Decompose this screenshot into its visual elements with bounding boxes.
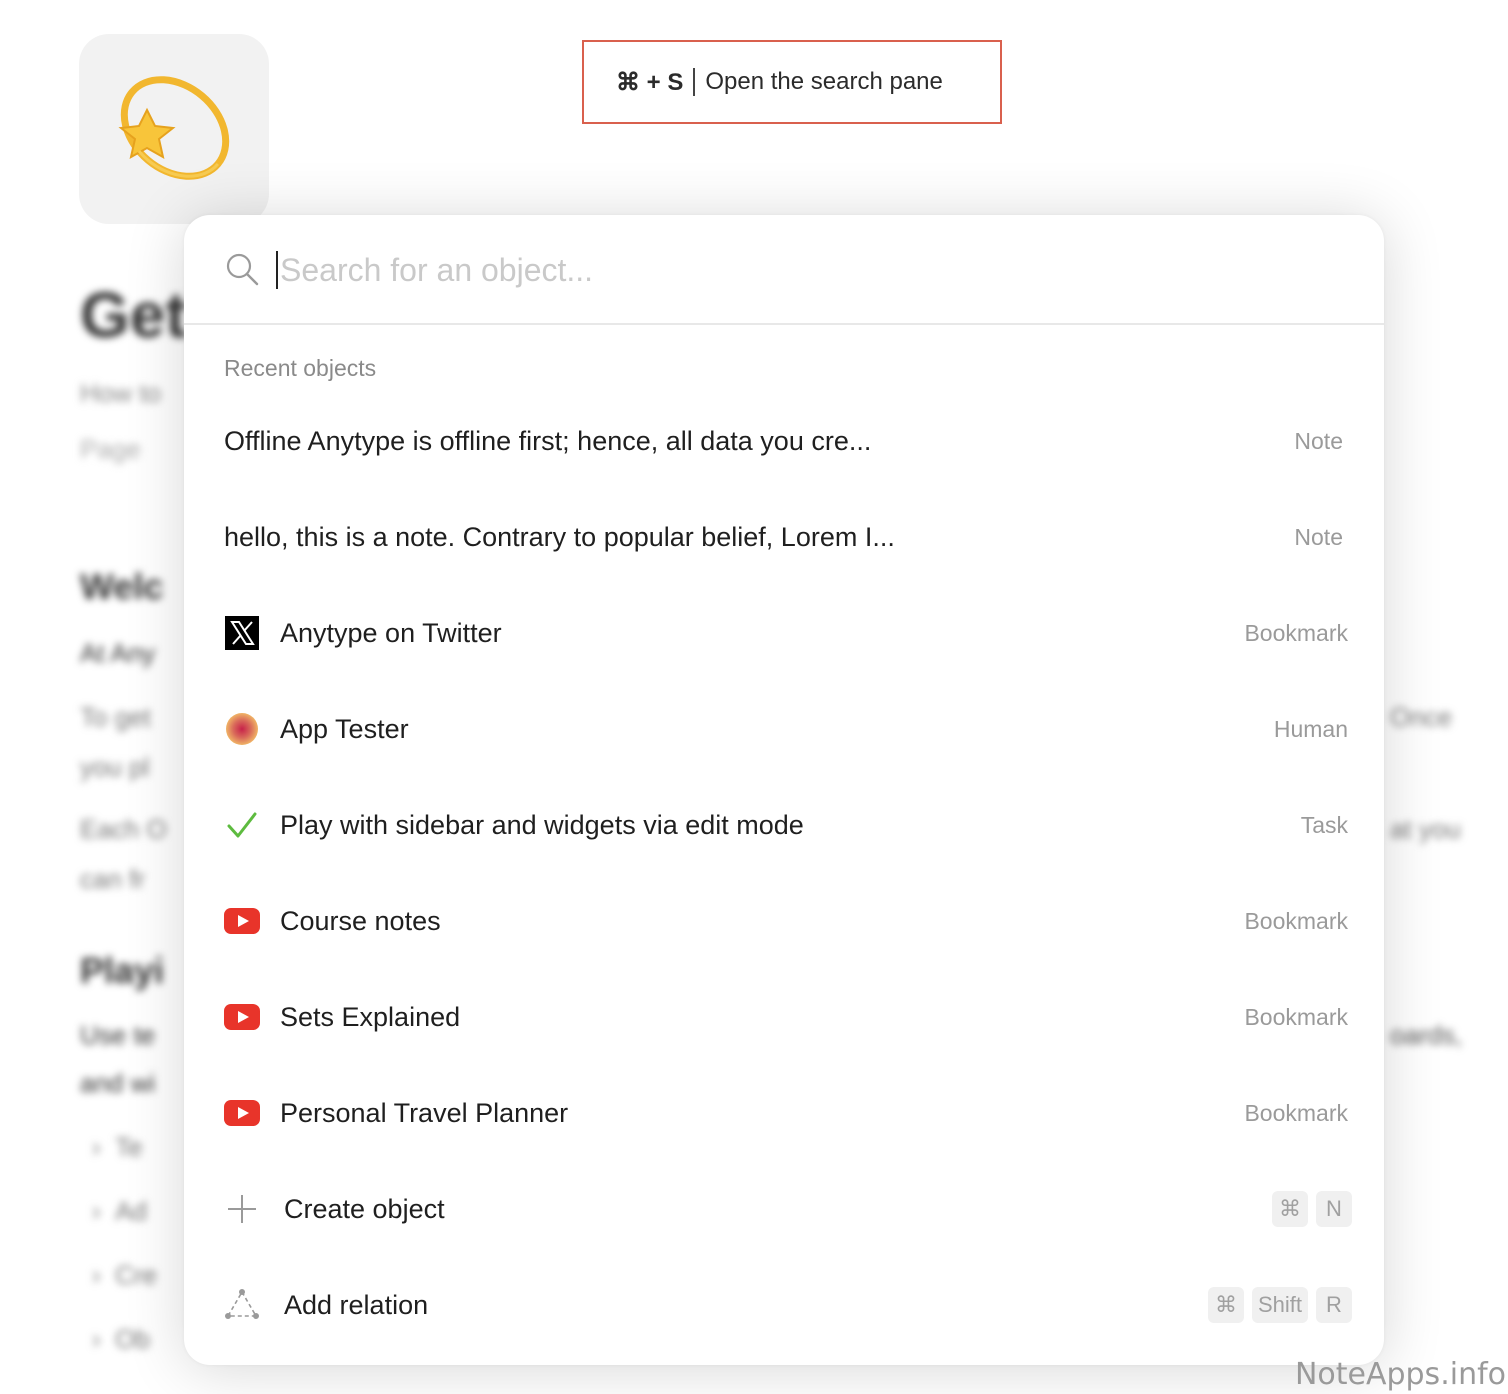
shortcut-keys: ⌘ + S bbox=[616, 68, 684, 96]
kbd-key: ⌘ bbox=[1207, 1287, 1244, 1323]
kbd-key: R bbox=[1316, 1287, 1352, 1323]
checkmark-icon[interactable] bbox=[224, 807, 260, 843]
kbd-key: Shift bbox=[1251, 1287, 1308, 1323]
relation-icon bbox=[224, 1287, 260, 1323]
bg-paragraph: Once bbox=[1390, 702, 1453, 732]
create-object-label: Create object bbox=[284, 1193, 445, 1224]
shortcut-hint: ⌘ + S Open the search pane bbox=[582, 40, 1002, 124]
kbd-key: ⌘ bbox=[1272, 1191, 1308, 1227]
list-item[interactable]: Play with sidebar and widgets via edit m… bbox=[184, 777, 1384, 873]
object-title: App Tester bbox=[280, 713, 409, 744]
search-bar bbox=[184, 215, 1384, 325]
object-type: Bookmark bbox=[1244, 619, 1348, 646]
bg-paragraph: oards, bbox=[1390, 1020, 1463, 1050]
bg-heading: Welc bbox=[80, 566, 164, 607]
object-title: Sets Explained bbox=[280, 1001, 461, 1032]
bg-list-item: › Ob bbox=[92, 1324, 150, 1354]
page-emoji-icon[interactable] bbox=[79, 34, 269, 224]
object-title: Offline Anytype is offline first; hence,… bbox=[224, 425, 872, 456]
object-type: Note bbox=[1294, 427, 1343, 454]
bg-paragraph: can fr bbox=[80, 864, 146, 894]
x-logo-icon bbox=[224, 615, 260, 651]
object-title: Personal Travel Planner bbox=[280, 1097, 569, 1128]
object-type: Bookmark bbox=[1244, 907, 1348, 934]
object-title: Play with sidebar and widgets via edit m… bbox=[280, 809, 804, 840]
youtube-icon bbox=[224, 1095, 260, 1131]
bg-paragraph: To get bbox=[80, 702, 151, 732]
object-type: Bookmark bbox=[1244, 1099, 1348, 1126]
recent-objects-label: Recent objects bbox=[224, 355, 377, 381]
dizzy-star-icon bbox=[118, 76, 230, 180]
list-item[interactable]: Offline Anytype is offline first; hence,… bbox=[184, 393, 1384, 489]
bg-list-item: › Ad bbox=[92, 1196, 147, 1226]
add-relation-label: Add relation bbox=[284, 1289, 429, 1320]
bg-page-title: Get bbox=[80, 279, 187, 351]
search-modal: Recent objects Offline Anytype is offlin… bbox=[184, 215, 1384, 1365]
search-input[interactable] bbox=[278, 245, 1182, 295]
bg-heading: Playi bbox=[80, 950, 165, 991]
list-item[interactable]: Sets Explained Bookmark bbox=[184, 969, 1384, 1065]
bg-list-item: › Te bbox=[92, 1132, 143, 1162]
shortcut-keys: ⌘ Shift R bbox=[1207, 1287, 1352, 1323]
bg-paragraph: at you bbox=[1390, 814, 1461, 844]
bg-page-type: Page bbox=[80, 434, 141, 464]
plus-icon bbox=[224, 1191, 260, 1227]
object-title: Course notes bbox=[280, 905, 441, 936]
bg-paragraph: Each O bbox=[80, 814, 167, 844]
list-item[interactable]: App Tester Human bbox=[184, 681, 1384, 777]
hint-divider bbox=[693, 68, 696, 96]
watermark: NoteApps.info bbox=[1294, 1357, 1506, 1392]
list-item[interactable]: Course notes Bookmark bbox=[184, 873, 1384, 969]
object-type: Note bbox=[1294, 523, 1343, 550]
bg-paragraph: and wi bbox=[80, 1068, 156, 1098]
list-item[interactable]: Anytype on Twitter Bookmark bbox=[184, 585, 1384, 681]
search-icon bbox=[224, 251, 260, 292]
youtube-icon bbox=[224, 903, 260, 939]
object-title: hello, this is a note. Contrary to popul… bbox=[224, 521, 895, 552]
bg-page-description: How to bbox=[80, 378, 161, 408]
shortcut-keys: ⌘ N bbox=[1272, 1191, 1352, 1227]
object-title: Anytype on Twitter bbox=[280, 617, 502, 648]
add-relation-button[interactable]: Add relation ⌘ Shift R bbox=[184, 1257, 1384, 1353]
bg-paragraph: Use te bbox=[80, 1020, 156, 1050]
youtube-icon bbox=[224, 999, 260, 1035]
bg-paragraph: At Any bbox=[80, 638, 156, 668]
bg-list-item: › Cre bbox=[92, 1260, 158, 1290]
object-type: Bookmark bbox=[1244, 1003, 1348, 1030]
create-object-button[interactable]: Create object ⌘ N bbox=[184, 1161, 1384, 1257]
list-item[interactable]: Personal Travel Planner Bookmark bbox=[184, 1065, 1384, 1161]
list-item[interactable]: hello, this is a note. Contrary to popul… bbox=[184, 489, 1384, 585]
avatar-icon bbox=[224, 711, 260, 747]
object-type: Human bbox=[1273, 715, 1348, 742]
object-type: Task bbox=[1300, 811, 1348, 838]
kbd-key: N bbox=[1316, 1191, 1352, 1227]
shortcut-description: Open the search pane bbox=[705, 68, 943, 95]
bg-paragraph: you pl bbox=[80, 752, 150, 782]
